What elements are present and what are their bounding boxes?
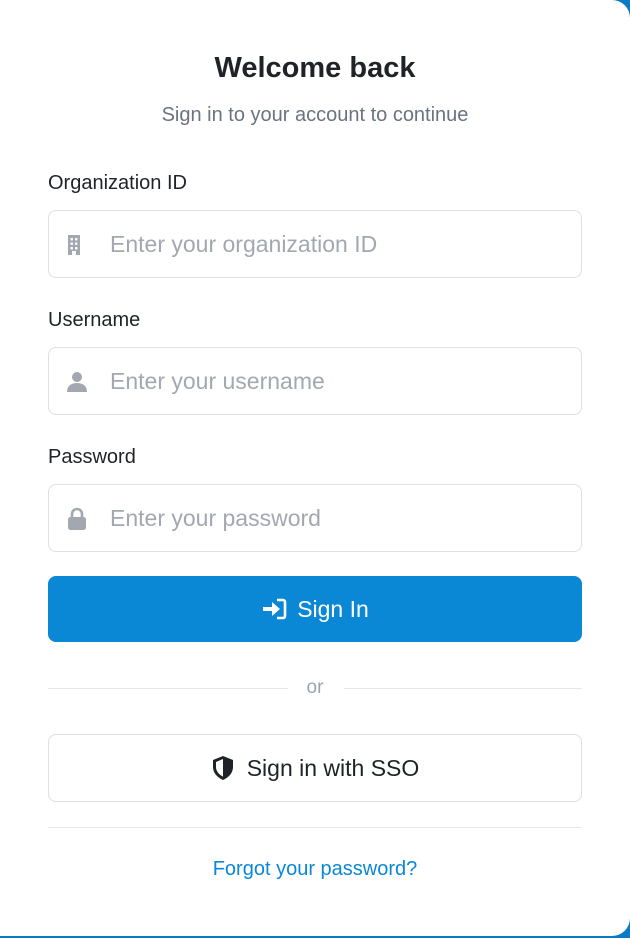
sso-label: Sign in with SSO: [246, 754, 420, 781]
sso-button[interactable]: Sign in with SSO: [48, 734, 582, 802]
username-field[interactable]: [48, 347, 582, 415]
building-icon: [65, 233, 89, 257]
sign-in-button[interactable]: Sign In: [48, 576, 582, 642]
password-field[interactable]: [48, 484, 582, 552]
sign-in-label: Sign In: [297, 595, 369, 622]
username-input[interactable]: [110, 348, 570, 414]
password-input[interactable]: [110, 485, 570, 551]
organization-id-input[interactable]: [110, 211, 570, 277]
password-label: Password: [48, 446, 136, 468]
page-subtitle: Sign in to your account to continue: [161, 104, 469, 126]
user-icon: [65, 370, 89, 394]
footer-divider: [48, 827, 582, 828]
sign-in-icon: [261, 598, 287, 620]
page-title: Welcome back: [214, 52, 416, 84]
forgot-password-link[interactable]: Forgot your password?: [0, 858, 630, 881]
shield-icon: [211, 755, 235, 781]
username-label: Username: [48, 309, 141, 331]
login-card: Welcome back Sign in to your account to …: [0, 0, 630, 936]
organization-id-label: Organization ID: [48, 172, 187, 194]
divider-line-right: [344, 688, 582, 689]
lock-icon: [65, 507, 89, 531]
organization-id-field[interactable]: [48, 210, 582, 278]
